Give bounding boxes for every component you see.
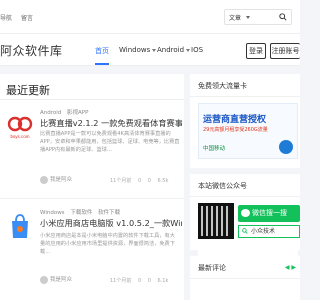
section-title: 最近更新 [6,84,50,97]
article-thumbnail[interactable] [4,210,36,242]
ad-headline: 运营商直营授权 [203,115,267,125]
article-thumbnail[interactable]: bsys.com [4,110,36,142]
article-excerpt: 比赛直播APP是一款可以免费观看4K高清体育赛事直播的APP，安卓和苹果都能用，… [40,131,180,153]
wechat-search-label: 微信搜一搜 [252,209,287,217]
search-type-select[interactable]: 文章 [229,13,241,22]
search-icon[interactable] [279,13,287,21]
divider [0,198,184,199]
search-box: 文章 [224,9,292,25]
top-links: 导航 留言 [0,13,40,22]
nav-home[interactable]: 首页 [95,46,109,56]
china-mobile-logo-icon [279,140,293,154]
top-bar: 导航 留言 文章 [0,0,300,34]
divider [190,278,300,279]
nav-android-label: Android [157,46,185,54]
comment-count: 0 [137,278,142,284]
article-author[interactable]: 我是阿众 [40,275,72,284]
widget-title: 本站微信公众号 [198,182,247,190]
nav-windows[interactable]: Windows [119,46,157,54]
comment-count: 0 [137,178,142,184]
divider [190,196,300,197]
sidebar-latest-comments-widget: 最新评论 ◀ ▶ [190,256,300,300]
article-tag[interactable]: 软件下载 [98,210,120,216]
article-category[interactable]: Windows [40,210,65,216]
top-link-message[interactable]: 留言 [21,15,33,22]
article-time: 11个月前 [110,178,132,184]
wechat-account-name: 小众技术 [251,228,276,235]
sidebar-wechat-widget: 本站微信公众号 微信搜一搜 小众技术 [190,174,300,265]
sidebar-free-card-widget: 免费领大流量卡 运营商直营授权 29元高额月租享受260G流量 中国移动 [190,74,300,168]
article-meta: Android 影视APP [40,108,92,116]
qr-pattern [201,206,231,236]
wechat-icon [241,209,250,217]
article-excerpt: 小米应用商店是本是小米电脑中内置的软件下载工具，有大量的应用的小米应用市场里提供… [40,233,175,255]
search-icon [242,228,248,234]
ad-subline: 29元高额月租享受260G流量 [203,127,268,133]
article-title[interactable]: 比赛直播v2.1.2 一款免费观看体育赛事直播的 [40,117,182,129]
widget-title: 免费领大流量卡 [198,82,247,90]
article-stats: 11个月前 0 0 6.1k [110,277,173,284]
article-meta: Windows 下载软件 软件下载 [40,208,124,216]
top-link-nav[interactable]: 导航 [0,15,12,22]
like-count: 0 [147,178,151,184]
chevron-down-icon [246,16,250,19]
article-time: 11个月前 [110,278,132,284]
nav-ios[interactable]: IOS [191,46,203,54]
wechat-search-button[interactable]: 微信搜一搜 [238,205,300,222]
site-logo[interactable]: 阿众软件库 [0,42,63,59]
author-name: 我是阿众 [50,177,73,183]
register-button[interactable]: 注册账号 [270,43,300,59]
login-button[interactable]: 登录 [246,43,266,59]
avatar [40,275,48,284]
article-tag[interactable]: 下载软件 [70,210,92,216]
sim-card-ad-banner[interactable]: 运营商直营授权 29元高额月租享受260G流量 中国移动 [198,103,298,159]
article-stats: 11个月前 0 0 6.5k [110,177,173,184]
search-input[interactable] [252,12,280,22]
divider [190,96,300,97]
like-count: 0 [147,278,151,284]
article-category[interactable]: Android [40,110,61,116]
wechat-account-search[interactable]: 小众技术 [238,225,300,238]
ad-brand: 中国移动 [203,146,226,152]
view-count: 6.5k [157,178,169,184]
chevron-down-icon [152,48,157,52]
thumb-text: bsys.com [10,134,29,139]
article-title[interactable]: 小米应用商店电脑版 v1.0.5.2_一款Windows… [40,217,182,229]
qr-code [198,203,234,239]
chevron-down-icon [186,48,191,52]
recent-updates-panel: 最近更新 bsys.com Android 影视APP 比赛直播v2.1.2 一… [0,74,184,300]
comment-pager-arrows[interactable]: ◀ ▶ [285,264,296,271]
widget-title: 最新评论 [198,264,226,272]
nav-active-indicator [95,63,109,65]
site-header: 阿众软件库 首页 Windows Android IOS 登录 注册账号 [0,34,300,66]
author-name: 我是阿众 [50,277,73,283]
article-author[interactable]: 我是阿众 [40,175,72,184]
nav-windows-label: Windows [119,46,151,54]
article-tag[interactable]: 影视APP [67,110,88,116]
article-card[interactable]: Windows 下载软件 软件下载 小米应用商店电脑版 v1.0.5.2_一款W… [0,200,184,300]
article-card[interactable]: bsys.com Android 影视APP 比赛直播v2.1.2 一款免费观看… [0,100,184,200]
avatar [40,175,48,184]
view-count: 6.1k [157,278,169,284]
nav-android[interactable]: Android [157,46,191,54]
